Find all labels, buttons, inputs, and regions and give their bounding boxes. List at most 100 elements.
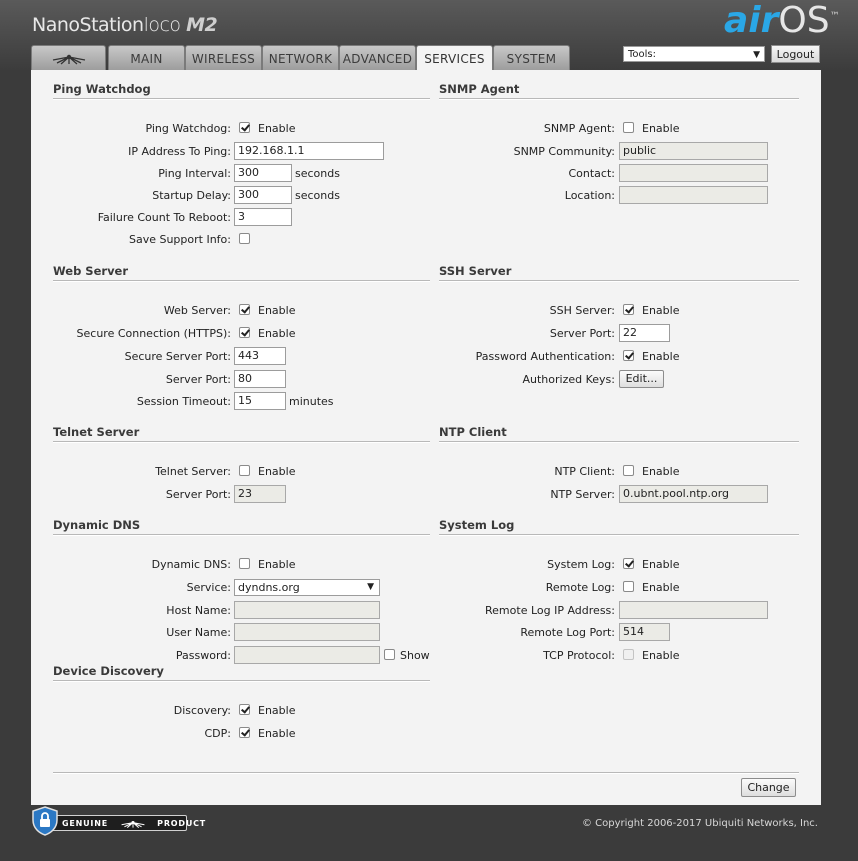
remote-log-checkbox[interactable] [623,581,634,592]
startup-delay-unit: seconds [295,189,340,202]
host-name-label: Host Name: [166,604,231,617]
tcp-protocol-label: TCP Protocol: [543,649,615,662]
tcp-protocol-enable-label: Enable [642,649,680,662]
section-divider [53,280,430,282]
user-name-input[interactable] [234,623,380,641]
tcp-protocol-checkbox[interactable] [623,649,634,660]
snmp-contact-input[interactable] [619,164,768,182]
tab-main[interactable]: MAIN [108,45,185,71]
section-title-ntp-client: NTP Client [439,425,507,439]
genuine-product-bar: GENUINE PRODUCT [47,815,205,831]
ddns-service-label: Service: [186,581,231,594]
section-title-device-discovery: Device Discovery [53,664,164,678]
form-divider [53,772,799,774]
tab-wireless[interactable]: WIRELESS [185,45,262,71]
telnet-server-label: Telnet Server: [155,465,231,478]
https-checkbox[interactable] [239,327,250,338]
ip-address-label: IP Address To Ping: [128,145,231,158]
airos-logo-air: air [724,0,779,41]
telnet-server-enable-label: Enable [258,465,296,478]
snmp-community-input[interactable]: public [619,142,768,160]
web-server-port-label: Server Port: [165,373,231,386]
show-password-checkbox[interactable] [384,649,395,660]
web-server-checkbox[interactable] [239,304,250,315]
section-title-ssh-server: SSH Server [439,264,512,278]
remote-log-port-label: Remote Log Port: [520,626,615,639]
section-divider [53,98,430,100]
tab-ubiquiti-logo[interactable] [31,45,106,71]
ping-interval-input[interactable]: 300 [234,164,292,182]
section-divider [439,98,799,100]
telnet-port-input[interactable]: 23 [234,485,286,503]
ssh-port-input[interactable]: 22 [619,324,670,342]
shield-lock-icon [32,806,58,836]
tools-select[interactable]: Tools: ▼ [623,46,765,62]
genuine-product-left: GENUINE [62,819,108,828]
save-support-info-checkbox[interactable] [239,233,250,244]
secure-server-port-input[interactable]: 443 [234,347,286,365]
remote-log-enable-label: Enable [642,581,680,594]
dynamic-dns-checkbox[interactable] [239,558,250,569]
tab-advanced[interactable]: ADVANCED [339,45,416,71]
ssh-server-label: SSH Server: [549,304,615,317]
tab-services[interactable]: SERVICES [416,45,493,73]
ddns-password-label: Password: [175,649,231,662]
discovery-checkbox[interactable] [239,704,250,715]
chevron-down-icon: ▼ [753,50,760,60]
remote-log-ip-input[interactable] [619,601,768,619]
system-log-checkbox[interactable] [623,558,634,569]
snmp-agent-checkbox[interactable] [623,122,634,133]
ping-watchdog-label: Ping Watchdog: [145,122,231,135]
web-server-enable-label: Enable [258,304,296,317]
section-title-ping-watchdog: Ping Watchdog [53,82,151,96]
section-divider [439,441,799,443]
password-auth-checkbox[interactable] [623,350,634,361]
ntp-client-checkbox[interactable] [623,465,634,476]
model-sub: loco [143,14,181,36]
https-label: Secure Connection (HTTPS): [76,327,231,340]
ntp-client-enable-label: Enable [642,465,680,478]
ping-watchdog-enable-label: Enable [258,122,296,135]
copyright-text: © Copyright 2006-2017 Ubiquiti Networks,… [582,818,818,829]
change-button[interactable]: Change [741,778,796,797]
tab-system[interactable]: SYSTEM [493,45,570,71]
telnet-server-checkbox[interactable] [239,465,250,476]
snmp-location-input[interactable] [619,186,768,204]
session-timeout-unit: minutes [289,395,334,408]
show-password-label: Show [400,649,430,662]
ping-watchdog-checkbox[interactable] [239,122,250,133]
tab-network[interactable]: NETWORK [262,45,339,71]
model-suffix: M2 [186,14,218,36]
ddns-service-select[interactable]: dyndns.org ▼ [234,579,380,596]
section-title-snmp-agent: SNMP Agent [439,82,520,96]
remote-log-port-input[interactable]: 514 [619,623,670,641]
session-timeout-input[interactable]: 15 [234,392,286,410]
remote-log-ip-label: Remote Log IP Address: [485,604,615,617]
section-title-web-server: Web Server [53,264,129,278]
password-auth-enable-label: Enable [642,350,680,363]
genuine-product-right: PRODUCT [157,819,207,828]
cdp-label: CDP: [204,727,232,740]
web-server-port-input[interactable]: 80 [234,370,286,388]
ssh-server-checkbox[interactable] [623,304,634,315]
ping-ip-input[interactable]: 192.168.1.1 [234,142,384,160]
authorized-keys-label: Authorized Keys: [522,373,616,386]
airos-logo-tm: ™ [829,11,840,22]
logout-button[interactable]: Logout [771,45,820,63]
host-name-input[interactable] [234,601,380,619]
ddns-password-input[interactable] [234,646,380,664]
section-divider [439,534,799,536]
ntp-server-input[interactable]: 0.ubnt.pool.ntp.org [619,485,768,503]
ubiquiti-logo-icon [52,54,85,65]
ping-interval-unit: seconds [295,167,340,180]
tools-select-value: Tools: [628,49,657,60]
startup-delay-input[interactable]: 300 [234,186,292,204]
cdp-checkbox[interactable] [239,727,250,738]
password-auth-label: Password Authentication: [475,350,615,363]
failure-count-input[interactable]: 3 [234,208,292,226]
web-server-label: Web Server: [163,304,231,317]
section-divider [53,680,430,682]
ssh-port-label: Server Port: [549,327,615,340]
authorized-keys-edit-button[interactable]: Edit... [619,370,664,388]
ping-interval-label: Ping Interval: [158,167,231,180]
